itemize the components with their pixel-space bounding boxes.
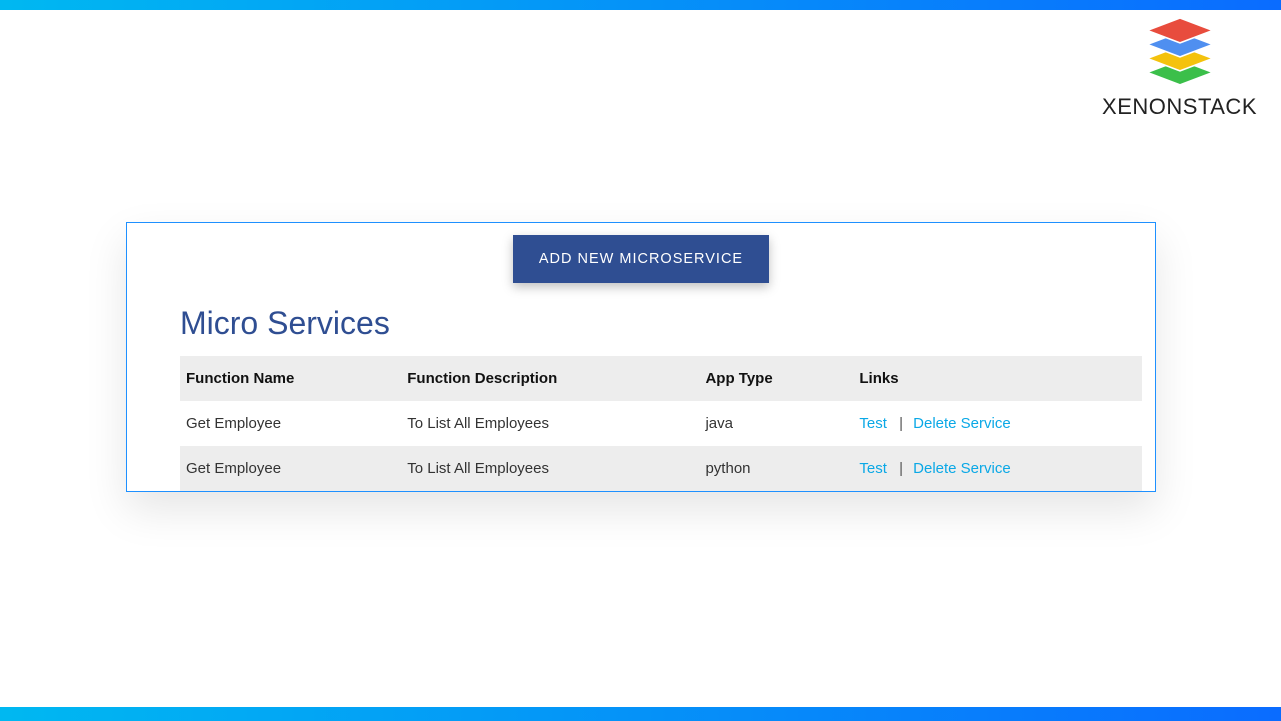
cell-function-description: To List All Employees (401, 446, 699, 491)
delete-service-link[interactable]: Delete Service (913, 415, 1011, 432)
col-function-description: Function Description (401, 356, 699, 401)
cell-function-description: To List All Employees (401, 401, 699, 446)
microservices-table: Function Name Function Description App T… (180, 356, 1142, 491)
button-row: ADD NEW MICROSERVICE (140, 235, 1142, 305)
stack-icon (1141, 18, 1219, 88)
cell-function-name: Get Employee (180, 446, 401, 491)
cell-app-type: python (699, 446, 853, 491)
cell-links: Test | Delete Service (853, 446, 1142, 491)
brand-logo: XENONSTACK (1102, 18, 1257, 120)
table-row: Get Employee To List All Employees java … (180, 401, 1142, 446)
add-microservice-button[interactable]: ADD NEW MICROSERVICE (513, 235, 769, 283)
col-app-type: App Type (699, 356, 853, 401)
cell-function-name: Get Employee (180, 401, 401, 446)
table-header-row: Function Name Function Description App T… (180, 356, 1142, 401)
page-title: Micro Services (140, 305, 1142, 356)
table-row: Get Employee To List All Employees pytho… (180, 446, 1142, 491)
link-separator: | (899, 460, 903, 477)
link-separator: | (899, 415, 903, 432)
test-link[interactable]: Test (859, 415, 887, 432)
test-link[interactable]: Test (859, 460, 887, 477)
brand-name: XENONSTACK (1102, 94, 1257, 120)
col-function-name: Function Name (180, 356, 401, 401)
cell-app-type: java (699, 401, 853, 446)
col-links: Links (853, 356, 1142, 401)
delete-service-link[interactable]: Delete Service (913, 460, 1011, 477)
top-accent-bar (0, 0, 1281, 10)
bottom-accent-bar (0, 707, 1281, 721)
microservices-panel: ADD NEW MICROSERVICE Micro Services Func… (126, 222, 1156, 492)
cell-links: Test | Delete Service (853, 401, 1142, 446)
